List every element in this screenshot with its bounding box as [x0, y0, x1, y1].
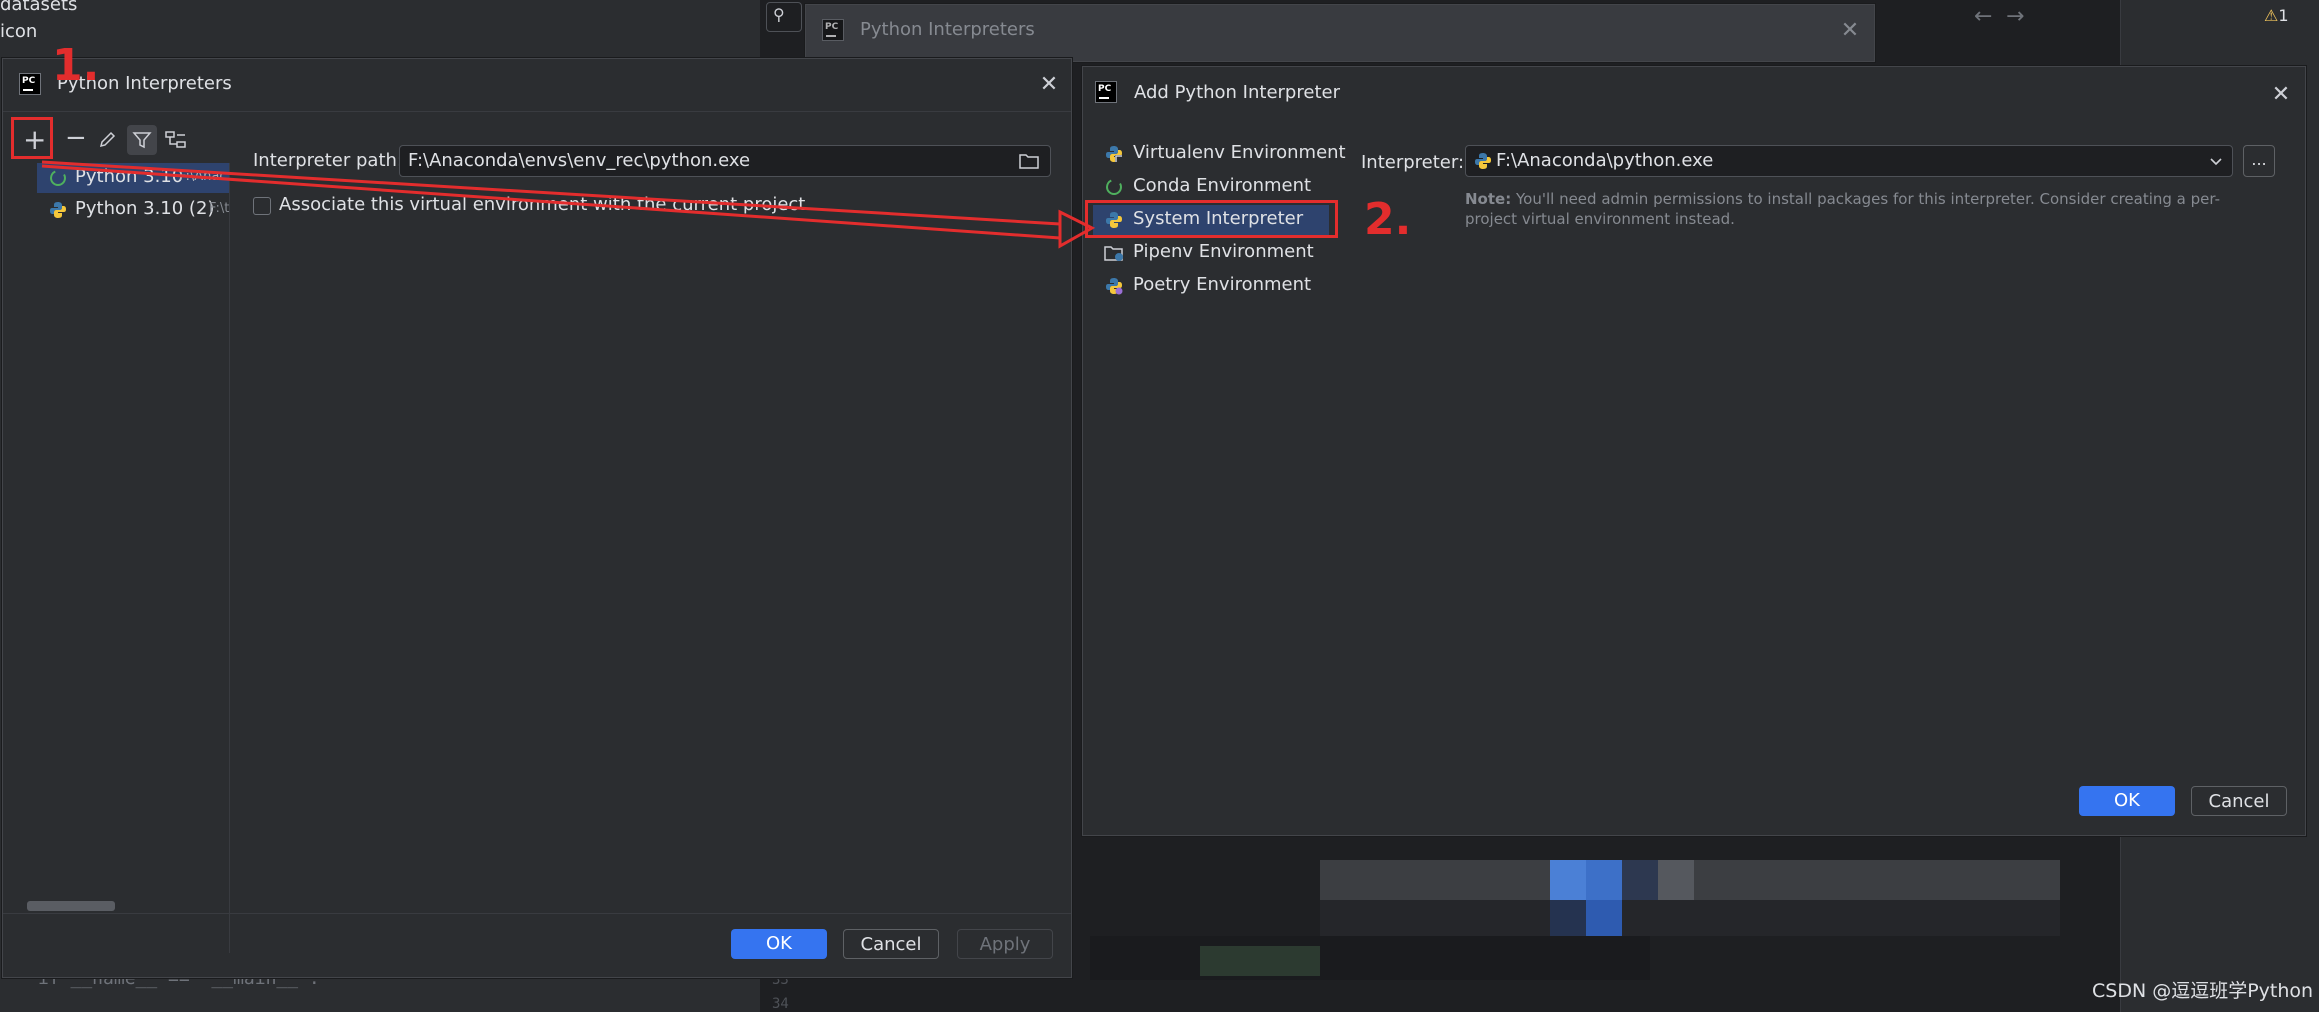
remove-interpreter-button[interactable]: − [59, 123, 89, 155]
env-type-label: Virtualenv Environment [1133, 142, 1346, 163]
python-icon [50, 202, 66, 218]
interpreter-list [3, 163, 230, 953]
env-type-label: Poetry Environment [1133, 274, 1312, 295]
associate-checkbox[interactable] [253, 197, 271, 215]
line-number-34: 34 [772, 996, 789, 1012]
bg-dialog-title: Python Interpreters [860, 19, 1035, 40]
blurred-region [1090, 860, 2060, 980]
ok-button[interactable]: OK [2079, 786, 2175, 816]
env-type-label: Pipenv Environment [1133, 241, 1314, 262]
warning-count: 1 [2278, 6, 2289, 25]
interpreter-path: F:\Anac [179, 169, 227, 184]
filter-icon [132, 132, 152, 149]
step-1-label: 1. [52, 40, 100, 91]
bg-search-box[interactable]: ⚲ [766, 2, 802, 32]
python-interpreters-dialog: PC Python Interpreters ✕ + − Python 3.10… [2, 58, 1072, 978]
add-dialog-title: Add Python Interpreter [1134, 82, 1340, 103]
poetry-icon [1106, 278, 1123, 295]
env-type-item-poetry[interactable]: Poetry Environment [1093, 271, 1323, 301]
project-item-icon[interactable]: icon [0, 21, 37, 42]
pycharm-logo-icon: PC [822, 19, 844, 41]
chevron-down-icon[interactable] [2209, 157, 2223, 167]
note-bold: Note: [1465, 190, 1512, 208]
interpreter-path-field[interactable]: F:\Anaconda\envs\env_rec\python.exe [399, 145, 1051, 177]
warning-icon: ⚠ [2264, 6, 2279, 25]
title-divider [3, 111, 1071, 112]
cancel-button[interactable]: Cancel [843, 929, 939, 959]
admin-note: Note: You'll need admin permissions to i… [1465, 189, 2265, 229]
env-type-item-pipenv[interactable]: Pipenv Environment [1093, 238, 1323, 268]
bg-interpreters-dialog: PC Python Interpreters ✕ [805, 4, 1875, 62]
step-2-highlight [1085, 200, 1338, 238]
interpreter-name: Python 3.10 [75, 166, 184, 187]
show-paths-button[interactable] [161, 125, 191, 155]
python-icon [1475, 153, 1491, 169]
virtualenv-icon [1106, 146, 1123, 163]
pencil-icon [99, 131, 116, 148]
interpreter-path-label: Interpreter path: [253, 150, 403, 171]
interpreter-path-value: F:\Anaconda\envs\env_rec\python.exe [408, 150, 751, 171]
step-1-highlight [11, 117, 53, 159]
footer-divider [3, 913, 1071, 914]
pycharm-logo-icon: PC [19, 73, 41, 95]
filter-button[interactable] [127, 125, 157, 155]
warning-indicator[interactable]: ⚠1 [2264, 6, 2289, 25]
ok-button[interactable]: OK [731, 929, 827, 959]
interpreter-row-selected[interactable]: Python 3.10 F:\Anac [37, 163, 229, 193]
step-2-label: 2. [1364, 194, 1412, 245]
env-type-label: Conda Environment [1133, 175, 1312, 196]
associate-label: Associate this virtual environment with … [279, 194, 806, 215]
search-icon: ⚲ [773, 5, 785, 24]
list-scrollbar[interactable] [27, 901, 115, 911]
watermark: CSDN @逗逗班学Python [2092, 980, 2314, 1002]
forward-arrow-icon[interactable]: → [2006, 4, 2024, 29]
browse-button[interactable]: ... [2243, 145, 2275, 177]
interpreter-dropdown[interactable]: F:\Anaconda\python.exe [1465, 145, 2233, 177]
folder-icon[interactable] [1019, 152, 1039, 170]
close-icon[interactable]: ✕ [1037, 73, 1061, 97]
env-type-item-conda[interactable]: Conda Environment [1093, 172, 1323, 202]
close-icon[interactable]: ✕ [2269, 83, 2293, 107]
interpreter-row[interactable]: Python 3.10 (2) F:\t [37, 195, 229, 225]
interpreter-path: F:\t [209, 201, 229, 216]
env-type-item-virtualenv[interactable]: Virtualenv Environment [1093, 139, 1346, 169]
note-text: You'll need admin permissions to install… [1465, 190, 2220, 228]
conda-icon [1106, 179, 1122, 195]
interpreter-label: Interpreter: [1361, 152, 1465, 173]
interpreter-value: F:\Anaconda\python.exe [1496, 150, 1714, 171]
add-python-interpreter-dialog: PC Add Python Interpreter ✕ Virtualenv E… [1082, 66, 2306, 836]
interpreter-name: Python 3.10 (2) [75, 198, 215, 219]
minus-icon: − [65, 123, 87, 153]
apply-button[interactable]: Apply [957, 929, 1053, 959]
bg-close-icon[interactable]: ✕ [1838, 19, 1862, 43]
edit-interpreter-button[interactable] [93, 125, 123, 155]
tree-icon [165, 131, 186, 148]
pipenv-icon [1104, 246, 1123, 261]
conda-icon [50, 170, 66, 186]
back-arrow-icon[interactable]: ← [1974, 4, 1992, 29]
cancel-button[interactable]: Cancel [2191, 786, 2287, 816]
pycharm-logo-icon: PC [1095, 81, 1117, 103]
project-item-datasets[interactable]: datasets [0, 0, 77, 15]
